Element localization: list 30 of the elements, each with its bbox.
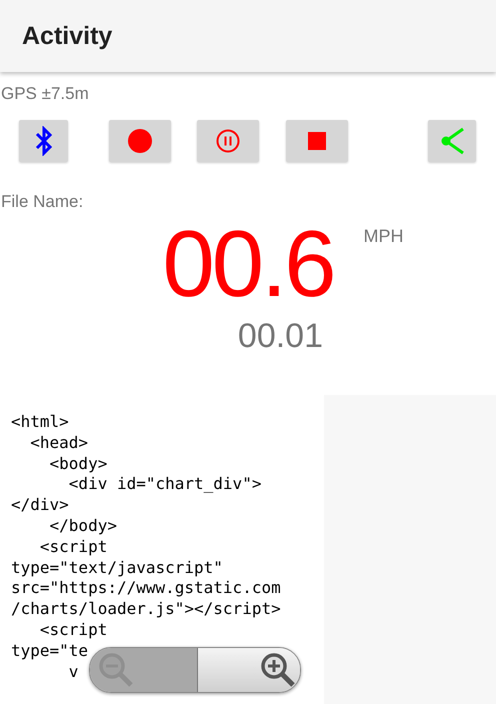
code-line: type="te [11,640,88,662]
code-line: <head> [29,432,88,454]
pause-icon [216,129,240,153]
record-button[interactable] [109,120,171,162]
code-line: type="text/javascript" [11,558,223,578]
zoom-in-icon [260,652,296,688]
code-line: <script [38,620,108,641]
share-icon [440,127,464,155]
stop-icon [308,132,326,150]
app-title: Activity [22,22,112,50]
code-line: v [68,662,78,682]
zoom-out-icon [98,652,134,688]
code-line: </body> [48,516,117,537]
record-icon [128,129,152,153]
file-name-label: File Name: [1,192,84,212]
pause-button[interactable] [197,120,259,162]
code-line: <script [38,536,108,558]
code-line: src="https://www.gstatic.com [11,578,281,600]
speed-unit: MPH [363,226,404,247]
code-line: </div> [11,495,69,516]
code-line: /charts/loader.js"></script> [11,599,281,620]
distance-value: 00.01 [238,316,323,356]
stop-button[interactable] [286,120,348,162]
gps-accuracy: GPS ±7.5m [1,84,89,104]
speed-value: 00.6 [162,212,334,316]
zoom-in-button[interactable] [198,648,300,692]
code-line: <html> [11,412,69,433]
code-line: <body> [48,454,108,474]
bluetooth-button[interactable] [19,120,68,162]
code-line: <div id="chart_div"> [68,474,262,496]
